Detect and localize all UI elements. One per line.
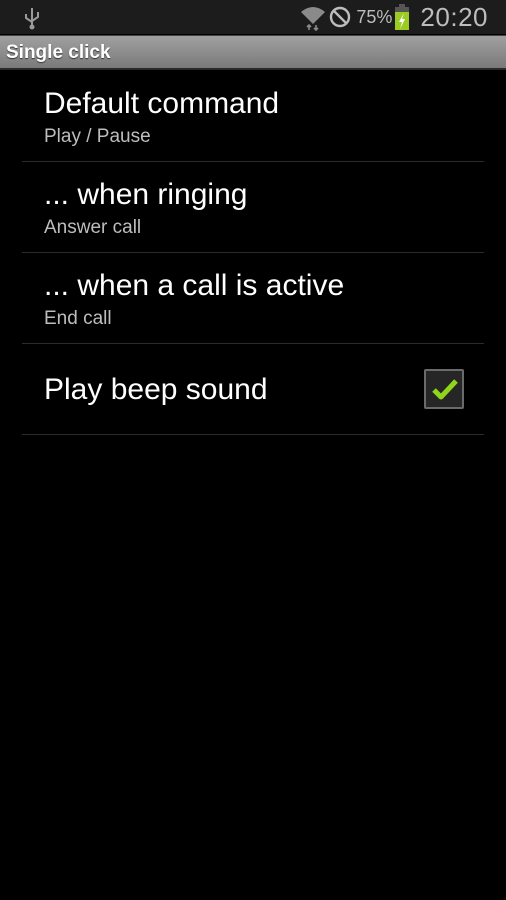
battery-charging-icon: [395, 4, 410, 30]
preference-summary: Answer call: [44, 217, 142, 238]
preference-title: ... when a call is active: [44, 269, 345, 302]
preference-play-beep[interactable]: Play beep sound: [22, 344, 484, 435]
battery-percent: 75%: [356, 6, 393, 27]
block-icon: [330, 6, 351, 28]
preference-summary: Play / Pause: [44, 126, 151, 147]
preference-call-active[interactable]: ... when a call is active End call: [22, 253, 484, 344]
preference-title: ... when ringing: [44, 178, 248, 211]
preference-when-ringing[interactable]: ... when ringing Answer call: [22, 162, 484, 253]
beep-checkbox[interactable]: [424, 369, 464, 409]
checkmark-icon: [432, 379, 458, 400]
page-title: Single click: [6, 42, 111, 63]
status-bar: 75% 20:20: [0, 0, 506, 34]
preference-default-command[interactable]: Default command Play / Pause: [22, 71, 484, 162]
usb-icon: [25, 8, 39, 30]
preference-title: Default command: [44, 87, 280, 120]
wifi-icon: [301, 7, 326, 31]
title-bar: Single click: [0, 35, 506, 70]
preference-summary: End call: [44, 308, 112, 329]
clock: 20:20: [420, 1, 488, 32]
preference-title: Play beep sound: [44, 373, 268, 406]
preference-list: Default command Play / Pause ... when ri…: [22, 71, 484, 435]
